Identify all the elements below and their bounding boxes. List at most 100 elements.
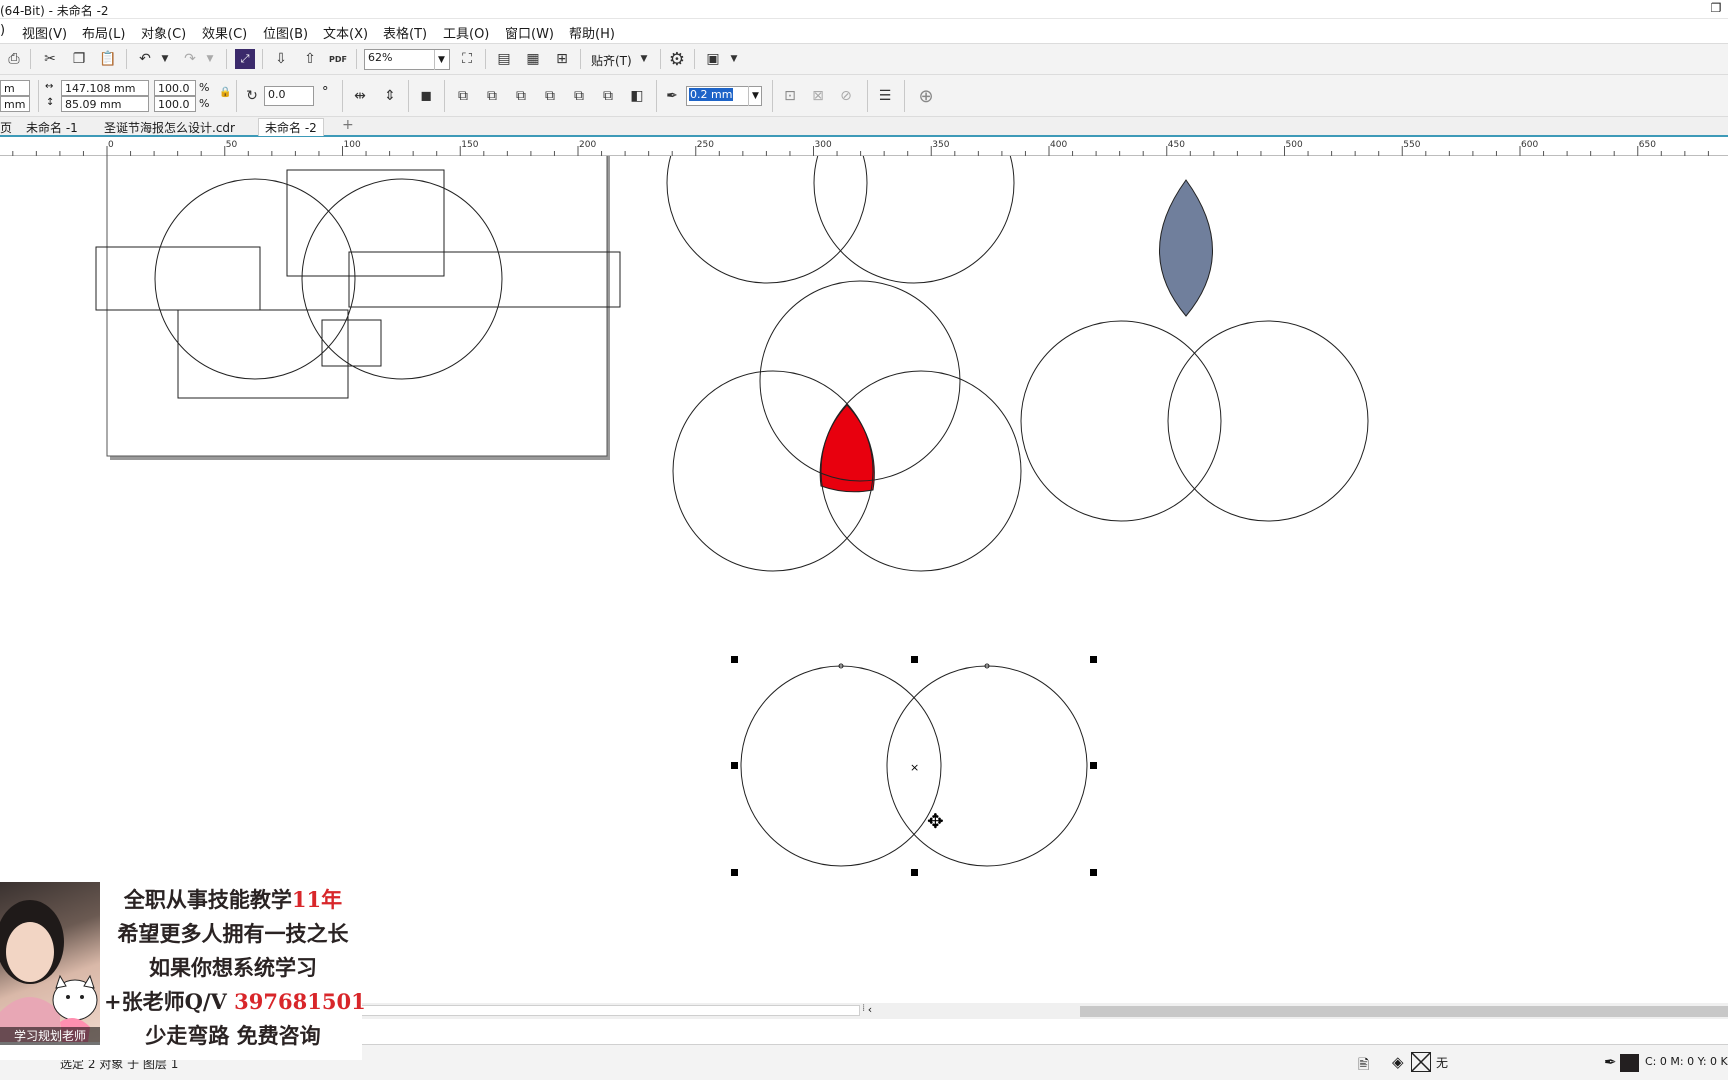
menu-table[interactable]: 表格(T)	[383, 23, 427, 42]
show-guidelines-icon[interactable]: ⊞	[552, 49, 572, 69]
red-intersection-shape[interactable]	[819, 404, 875, 493]
snap-to-button[interactable]: 贴齐(T)	[591, 52, 632, 69]
circle-shape[interactable]	[666, 82, 868, 284]
circle-shape[interactable]	[1167, 320, 1369, 522]
create-boundary-icon[interactable]: ◧	[627, 86, 647, 106]
break-apart-icon[interactable]: ⊠	[808, 86, 828, 106]
menu-layout[interactable]: 布局(L)	[82, 23, 125, 42]
export-icon[interactable]: ⇧	[300, 49, 320, 69]
object-height-field[interactable]: 85.09 mm	[61, 96, 149, 112]
simplify-icon[interactable]: ⧉	[540, 86, 560, 106]
add-control-icon[interactable]: ⊕	[916, 86, 936, 107]
back-minus-front-icon[interactable]: ⧉	[598, 86, 618, 106]
search-content-icon[interactable]: ⤢	[235, 49, 255, 69]
separator	[485, 49, 486, 69]
lock-ratio-icon[interactable]: 🔒	[219, 87, 231, 98]
convert-icon[interactable]: ⊘	[836, 86, 856, 106]
intersect-icon[interactable]: ⧉	[511, 86, 531, 106]
circle-shape[interactable]	[813, 82, 1015, 284]
menu-bitmap[interactable]: 位图(B)	[263, 23, 308, 42]
object-width-field[interactable]: 147.108 mm	[61, 80, 149, 96]
tab-untitled-1[interactable]: 未命名 -1	[26, 119, 78, 136]
tab-untitled-2[interactable]: 未命名 -2	[258, 118, 324, 136]
launcher-dropdown-icon[interactable]: ▼	[724, 49, 744, 69]
position-x-value: m	[4, 82, 15, 95]
menu-view[interactable]: 视图(V)	[22, 23, 67, 42]
object-height-value: 85.09 mm	[65, 98, 122, 111]
outline-width-value: 0.2 mm	[689, 88, 734, 101]
standard-toolbar: ⎙ ✂ ❐ 📋 ↶ ▼ ↷ ▼ ⤢ ⇩ ⇧ PDF 62% ▼ ⛶ ▤ ▦ ⊞ …	[0, 43, 1728, 75]
undo-dropdown-icon[interactable]: ▼	[155, 49, 175, 69]
tab-christmas-poster[interactable]: 圣诞节海报怎么设计.cdr	[104, 119, 235, 136]
rotation-angle-field[interactable]: 0.0	[264, 86, 314, 106]
property-bar: m mm ↔ ↕ 147.108 mm 85.09 mm 100.0 100.0…	[0, 75, 1728, 117]
title-bar: (64-Bit) - 未命名 -2 ❐	[0, 0, 1728, 19]
separator	[694, 49, 695, 69]
separator	[656, 80, 657, 112]
undo-icon[interactable]: ↶	[135, 49, 155, 69]
scroll-thumb[interactable]	[1080, 1006, 1728, 1017]
menu-tools[interactable]: 工具(O)	[443, 23, 489, 42]
mirror-vertical-icon[interactable]: ⇕	[380, 86, 400, 106]
horizontal-ruler[interactable]: 0 50 100 150 200 250 300 350 400 450 500 550 600 650	[0, 139, 1728, 156]
gray-lens-shape[interactable]	[1159, 179, 1213, 317]
redo-icon[interactable]: ↷	[180, 49, 200, 69]
separator	[772, 80, 773, 112]
tab-partial-left[interactable]: 页	[0, 119, 12, 136]
promo-line-3: 如果你想系统学习	[104, 952, 362, 982]
scroll-left-icon[interactable]: ‹	[863, 1003, 877, 1019]
separator	[262, 49, 263, 69]
circle-shape[interactable]	[1020, 320, 1222, 522]
import-icon[interactable]: ⇩	[271, 49, 291, 69]
scale-y-field[interactable]: 100.0	[154, 96, 196, 112]
cut-icon[interactable]: ✂	[40, 49, 60, 69]
new-tab-plus-icon[interactable]: +	[342, 117, 354, 133]
options-gear-icon[interactable]: ⚙	[667, 49, 687, 70]
no-fill-swatch[interactable]	[1411, 1052, 1431, 1072]
combine-icon[interactable]: ◼	[416, 86, 436, 106]
show-rulers-icon[interactable]: ▤	[494, 49, 514, 69]
document-palette-icon[interactable]: 🖹	[1358, 1054, 1369, 1078]
separator	[342, 80, 343, 112]
menu-object[interactable]: 对象(C)	[141, 23, 186, 42]
zoom-to-page-icon[interactable]: ⛶	[457, 49, 477, 69]
scale-y-value: 100.0	[158, 98, 190, 111]
menu-window[interactable]: 窗口(W)	[505, 23, 554, 42]
menu-effects[interactable]: 效果(C)	[202, 23, 247, 42]
pdf-export-icon[interactable]: PDF	[328, 49, 348, 69]
position-x-field[interactable]: m	[0, 80, 30, 96]
scale-x-percent: %	[199, 81, 210, 94]
outline-pen-status-icon: ✒	[1604, 1053, 1617, 1071]
align-distribute-icon[interactable]: ☰	[875, 86, 895, 106]
quick-trace-icon[interactable]: ⊡	[780, 86, 800, 106]
restore-window-icon[interactable]: ❐	[1708, 1, 1724, 17]
ruler-label: 550	[1403, 140, 1420, 150]
paste-icon[interactable]: 📋	[98, 49, 118, 69]
position-y-field[interactable]: mm	[0, 96, 30, 112]
copy-icon[interactable]: ❐	[69, 49, 89, 69]
zoom-dropdown-icon[interactable]: ▼	[434, 50, 448, 70]
separator	[904, 80, 905, 112]
front-minus-back-icon[interactable]: ⧉	[569, 86, 589, 106]
ruler-label: 0	[108, 140, 114, 150]
redo-dropdown-icon[interactable]: ▼	[200, 49, 220, 69]
promo-line-3-text: 如果你想系统学习	[149, 955, 317, 980]
outline-color-swatch[interactable]	[1620, 1054, 1639, 1072]
outline-width-dropdown-icon[interactable]: ▼	[748, 86, 762, 106]
print-icon[interactable]: ⎙	[4, 49, 24, 69]
horizontal-scrollbar[interactable]: ⁞ ‹	[360, 1003, 1728, 1019]
trim-icon[interactable]: ⧉	[482, 86, 502, 106]
snap-dropdown-icon[interactable]: ▼	[634, 49, 654, 69]
scale-x-field[interactable]: 100.0	[154, 80, 196, 96]
ruler-label: 400	[1050, 140, 1067, 150]
scale-x-value: 100.0	[158, 82, 190, 95]
mirror-horizontal-icon[interactable]: ⇹	[350, 86, 370, 106]
weld-icon[interactable]: ⧉	[453, 86, 473, 106]
promo-line-5-text: 少走弯路 免费咨询	[145, 1023, 321, 1048]
page-navigator[interactable]	[360, 1005, 860, 1016]
outline-color-readout: C: 0 M: 0 Y: 0 K:	[1645, 1055, 1728, 1068]
application-launcher-icon[interactable]: ▣	[703, 49, 723, 69]
menu-help[interactable]: 帮助(H)	[569, 23, 615, 42]
show-grid-icon[interactable]: ▦	[523, 49, 543, 69]
menu-text[interactable]: 文本(X)	[323, 23, 368, 42]
